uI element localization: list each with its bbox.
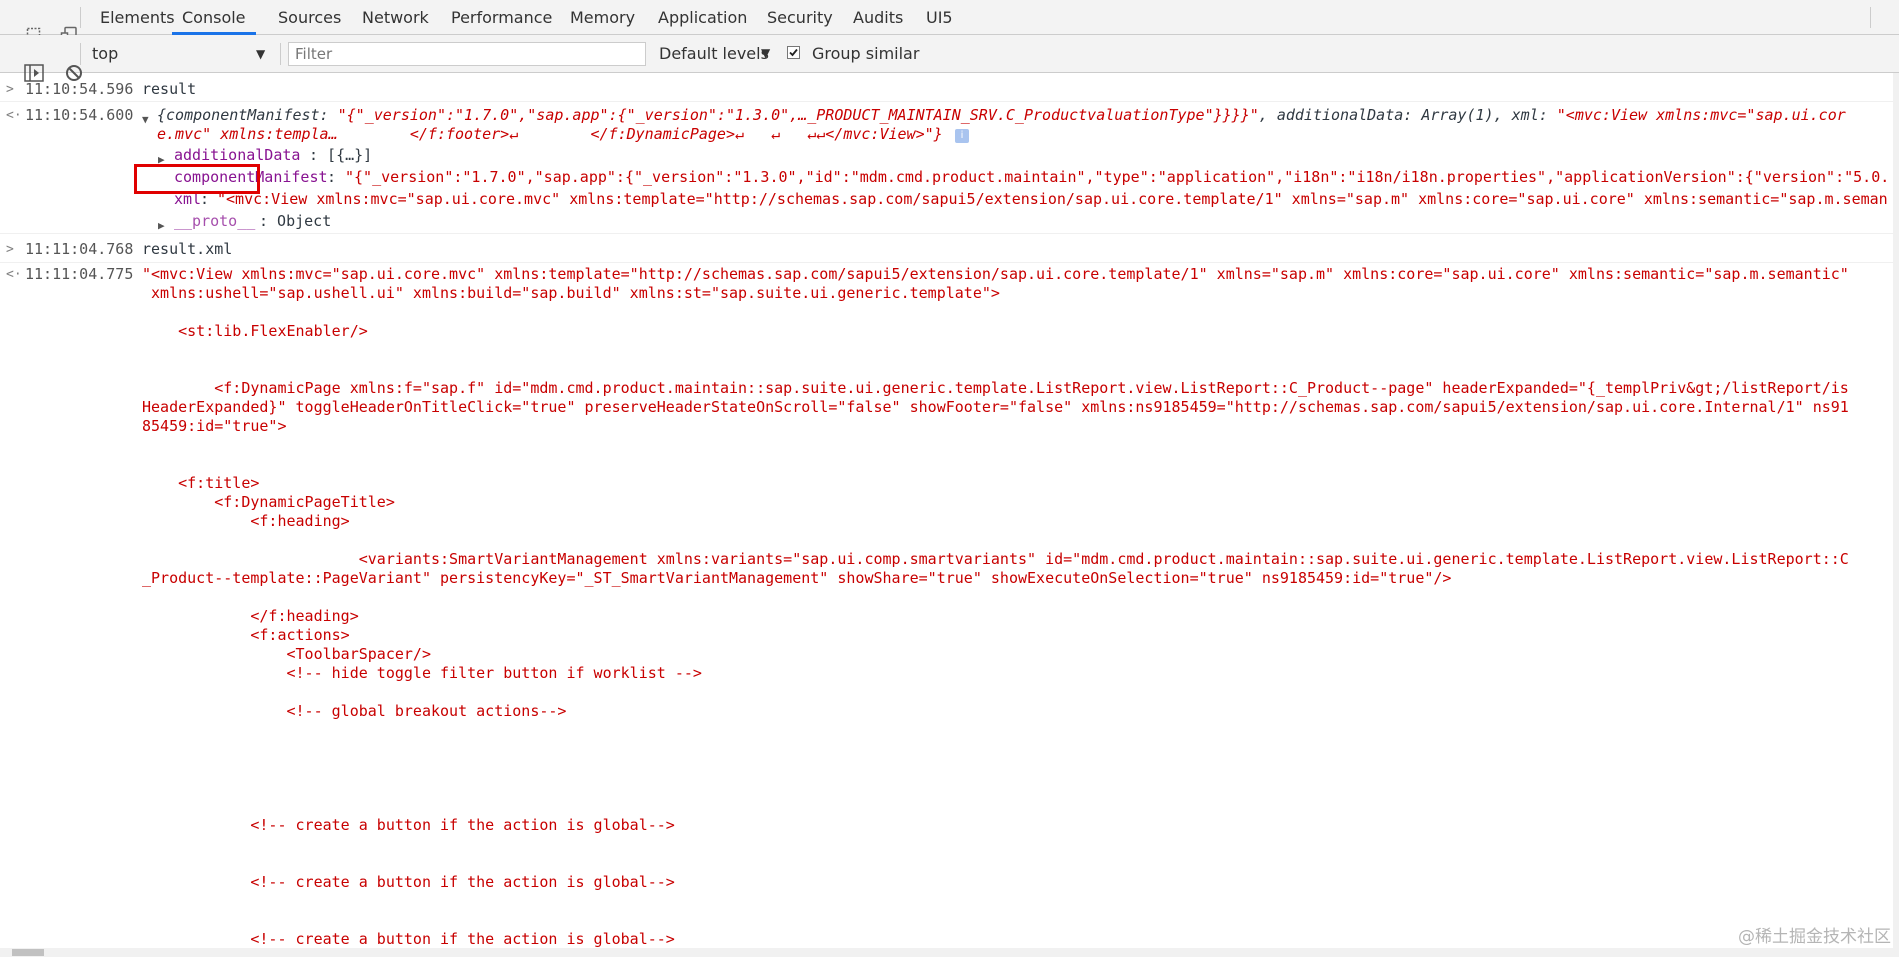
xml-line: <!-- global breakout actions--> bbox=[142, 702, 567, 720]
divider bbox=[1870, 7, 1871, 28]
xml-line: HeaderExpanded}" toggleHeaderOnTitleClic… bbox=[142, 398, 1849, 416]
xml-line: <!-- create a button if the action is gl… bbox=[142, 873, 675, 891]
xml-line: <f:DynamicPage xmlns:f="sap.f" id="mdm.c… bbox=[142, 379, 1849, 397]
timestamp: 11:11:04.768 bbox=[25, 240, 134, 258]
xml-line: </f:heading> bbox=[142, 607, 359, 625]
console-command[interactable]: result bbox=[142, 80, 196, 99]
tab-memory[interactable]: Memory bbox=[570, 0, 635, 35]
tab-console[interactable]: Console bbox=[172, 0, 256, 35]
watermark: @稀土掘金技术社区 bbox=[1738, 927, 1891, 947]
scrollbar-thumb[interactable] bbox=[12, 949, 44, 956]
divider bbox=[80, 7, 81, 28]
console-output-row: <· 11:11:04.775 "<mvc:View xmlns:mvc="sa… bbox=[0, 265, 1849, 948]
timestamp: 11:10:54.596 bbox=[25, 80, 134, 98]
devtools-tab-bar: Elements Console Sources Network Perform… bbox=[0, 0, 1899, 46]
tab-sources[interactable]: Sources bbox=[278, 0, 341, 35]
info-icon[interactable]: i bbox=[955, 126, 969, 145]
property-colon: : bbox=[327, 168, 337, 186]
xml-line: <variants:SmartVariantManagement xmlns:v… bbox=[142, 550, 1849, 568]
console-command[interactable]: result.xml bbox=[142, 240, 232, 259]
timestamp: 11:10:54.600 bbox=[25, 106, 134, 124]
divider bbox=[0, 233, 1893, 234]
group-similar-label: Group similar bbox=[812, 44, 920, 63]
tab-security[interactable]: Security bbox=[767, 0, 833, 35]
xml-line: <st:lib.FlexEnabler/> bbox=[142, 322, 368, 340]
property-value: : [{…}] bbox=[309, 146, 373, 164]
tab-application[interactable]: Application bbox=[658, 0, 747, 35]
property-value: : Object bbox=[259, 212, 332, 230]
xml-line: <f:title> bbox=[142, 474, 260, 492]
highlight-box bbox=[134, 164, 260, 194]
xml-line: <!-- create a button if the action is gl… bbox=[142, 816, 675, 834]
timestamp: 11:11:04.775 bbox=[25, 265, 134, 283]
chevron-down-icon[interactable]: ▼ bbox=[761, 46, 770, 60]
input-prompt-icon: > bbox=[6, 242, 14, 257]
xml-line: <!-- create a button if the action is gl… bbox=[142, 930, 675, 948]
vertical-scrollbar[interactable] bbox=[1893, 73, 1899, 948]
xml-line: _Product--template::PageVariant" persist… bbox=[142, 569, 1452, 587]
property-value: "{"_version":"1.7.0","sap.app":{"_versio… bbox=[345, 168, 1890, 186]
property-key[interactable]: additionalData bbox=[174, 146, 300, 165]
object-summary-continued: e.mvc" xmlns:templa… </f:footer>↵ </f:Dy… bbox=[157, 125, 943, 143]
property-key[interactable]: __proto__ bbox=[174, 212, 255, 231]
tab-ui5[interactable]: UI5 bbox=[926, 0, 953, 35]
xml-line: 85459:id="true"> bbox=[142, 417, 287, 435]
xml-line: <!-- hide toggle filter button if workli… bbox=[142, 664, 702, 682]
xml-line: "<mvc:View xmlns:mvc="sap.ui.core.mvc" x… bbox=[142, 265, 1849, 283]
divider bbox=[280, 43, 281, 65]
tab-audits[interactable]: Audits bbox=[853, 0, 903, 35]
log-levels-dropdown[interactable]: Default levels bbox=[659, 44, 769, 64]
divider bbox=[0, 262, 1893, 263]
property-value: "<mvc:View xmlns:mvc="sap.ui.core.mvc" x… bbox=[217, 190, 1888, 208]
divider bbox=[80, 43, 81, 65]
input-prompt-icon: > bbox=[6, 82, 14, 97]
summary-key: , additionalData: Array(1), xml: bbox=[1258, 106, 1557, 124]
group-similar-checkbox[interactable] bbox=[787, 46, 800, 59]
filter-input[interactable] bbox=[288, 42, 646, 66]
console-toolbar: top ▼ Default levels ▼ Group similar bbox=[0, 35, 1899, 82]
xml-line: xmlns:ushell="sap.ushell.ui" xmlns:build… bbox=[142, 284, 1000, 302]
tab-performance[interactable]: Performance bbox=[451, 0, 552, 35]
xml-line: <ToolbarSpacer/> bbox=[142, 645, 431, 663]
chevron-down-icon[interactable]: ▼ bbox=[256, 47, 265, 61]
xml-line: <f:DynamicPageTitle> bbox=[142, 493, 395, 511]
divider bbox=[0, 101, 1893, 102]
horizontal-scrollbar[interactable] bbox=[0, 948, 1899, 957]
summary-value: "{"_version":"1.7.0","sap.app":{"_versio… bbox=[337, 106, 1259, 124]
xml-line: <f:actions> bbox=[142, 626, 350, 644]
console-log: > 11:10:54.596 result <· 11:10:54.600 ▼ … bbox=[0, 73, 1893, 948]
xml-line: <f:heading> bbox=[142, 512, 350, 530]
context-selector[interactable]: top bbox=[92, 44, 118, 64]
object-summary[interactable]: {componentManifest: "{"_version":"1.7.0"… bbox=[157, 106, 1846, 125]
tab-elements[interactable]: Elements bbox=[100, 0, 175, 35]
output-return-icon: <· bbox=[6, 108, 22, 123]
summary-value: "<mvc:View xmlns:mvc="sap.ui.cor bbox=[1556, 106, 1846, 124]
expand-triangle-icon[interactable]: ▼ bbox=[142, 110, 149, 129]
tab-network[interactable]: Network bbox=[362, 0, 429, 35]
summary-key: {componentManifest: bbox=[157, 106, 338, 124]
output-return-icon: <· bbox=[6, 267, 22, 282]
